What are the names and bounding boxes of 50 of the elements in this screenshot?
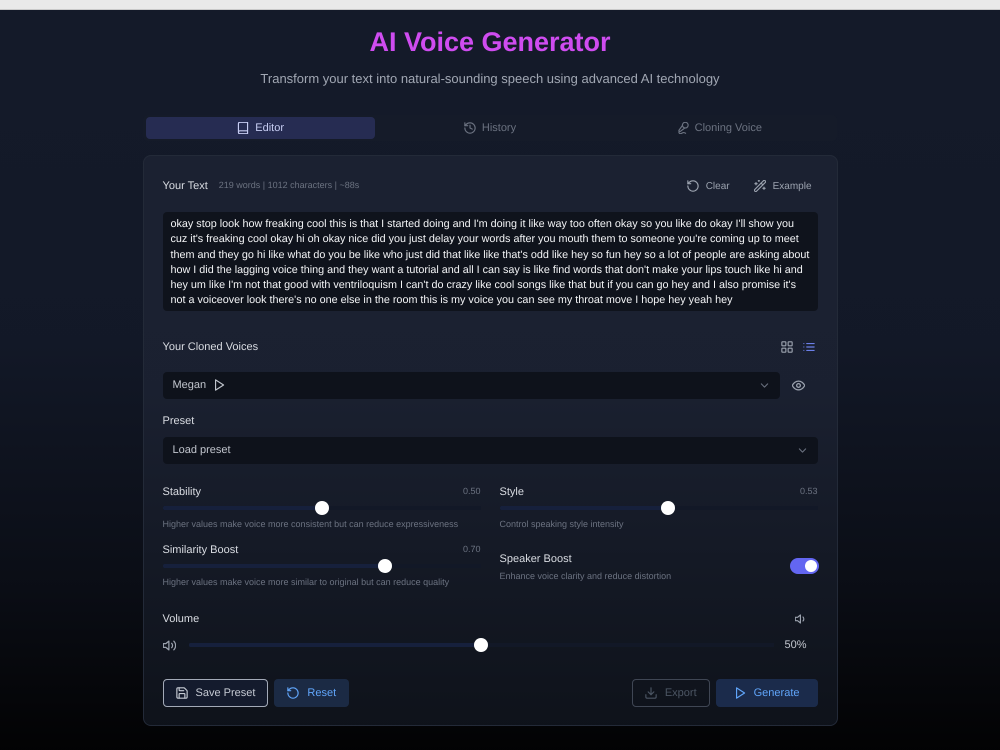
slider-value: 0.70 (462, 543, 480, 556)
volume-icon (162, 638, 176, 652)
slider-value: 0.53 (800, 485, 818, 498)
section-label: Your Text (162, 178, 208, 194)
download-icon (644, 687, 657, 700)
section-label: Preset (162, 414, 194, 429)
setting-hint: Higher values make voice more similar to original but can reduce quality (162, 576, 450, 588)
setting-label: Similarity Boost (162, 542, 238, 558)
section-label: Your Cloned Voices (162, 340, 258, 355)
reset-icon (287, 687, 300, 700)
generate-button[interactable]: Generate (716, 679, 818, 708)
book-icon (237, 122, 250, 134)
microphone-icon (676, 122, 689, 134)
setting-label: Stability (162, 484, 202, 500)
tab[interactable]: Editor (146, 117, 376, 139)
setting-hint: Enhance voice clarity and reduce distortion (500, 570, 672, 582)
slider-value: 0.50 (462, 485, 480, 498)
toggle-switch[interactable] (790, 558, 818, 574)
play-icon (734, 687, 746, 700)
tab[interactable]: History (375, 117, 605, 139)
slider-handle[interactable] (661, 500, 676, 515)
save-icon (176, 687, 188, 700)
section-label: Volume (162, 612, 200, 627)
volume-value: 50% (783, 638, 808, 653)
reset-button[interactable]: Reset (274, 679, 350, 708)
wand-icon (754, 180, 766, 192)
eye-icon[interactable] (792, 378, 805, 392)
setting-label: Speaker Boost (500, 552, 573, 568)
slider-handle[interactable] (314, 500, 328, 515)
example-button[interactable]: Example (748, 176, 818, 196)
app-title: AI Voice Generator (368, 26, 612, 58)
volume-slider-handle[interactable] (474, 638, 488, 652)
grid-view-icon[interactable] (780, 340, 792, 353)
tab[interactable]: Cloning Voice (604, 117, 834, 139)
slider-handle[interactable] (378, 558, 392, 573)
play-icon[interactable] (213, 379, 226, 392)
app-subtitle: Transform your text into natural-sounding speech using advanced AI technology (259, 71, 721, 87)
setting-hint: Higher values make voice more consistent but can reduce expressiveness (162, 518, 460, 530)
text-stats: 219 words | 1012 characters | ~88s (218, 179, 360, 192)
reset-icon (686, 180, 699, 192)
preset-select[interactable]: Load preset (162, 436, 818, 464)
setting-hint: Control speaking style intensity (500, 518, 625, 530)
speaker-icon[interactable] (794, 612, 806, 625)
history-icon (464, 122, 476, 134)
setting-label: Style (500, 484, 524, 500)
text-input-field[interactable]: okay stop look how freaking cool this is that I started doing and I'm doing it like way too often okay so you like do okay I'll show you cuz it's freaking cool okay hi oh okay nice did you just delay your words after you mouth them to someone you're coming up to meet them and they go hi like what do you be like who just did that like like that's odd like hey so fun hey so a lot of people are asking about how I did the lagging voice thing and they want a tutorial and all I can say is like find words that don't make your lips touch like hi and hey um like I'm not that good with ventriloquism I can't do crazy like cool songs like that but if you can go hey and I also promise it's not a voiceover look there's no one else in the room this is my voice you can see my throat move I hope hey yeah hey (162, 212, 818, 311)
voice-select[interactable]: Megan (162, 372, 780, 399)
save-preset-button[interactable]: Save Preset (162, 679, 268, 708)
clear-button[interactable]: Clear (680, 176, 736, 196)
list-view-icon[interactable] (802, 340, 814, 353)
